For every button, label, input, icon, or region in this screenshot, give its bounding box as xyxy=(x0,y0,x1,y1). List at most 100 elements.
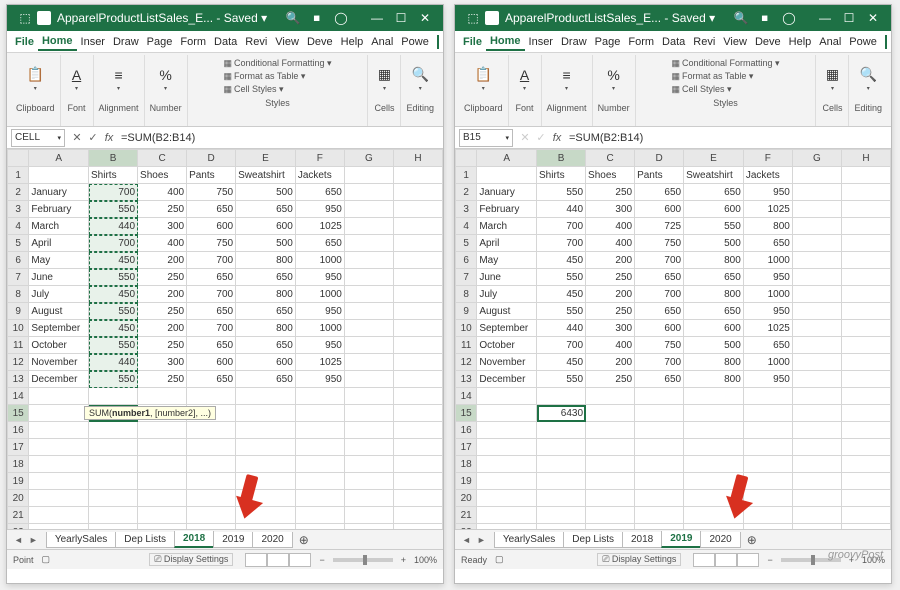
menu-draw[interactable]: Draw xyxy=(109,34,143,50)
cell[interactable]: 250 xyxy=(138,201,187,218)
cell[interactable]: 250 xyxy=(138,269,187,286)
page-break-button[interactable] xyxy=(737,553,759,567)
row-header[interactable]: 21 xyxy=(456,507,477,524)
row-header[interactable]: 19 xyxy=(456,473,477,490)
cell[interactable]: 600 xyxy=(635,201,684,218)
cell[interactable]: 600 xyxy=(236,218,296,235)
row-header[interactable]: 15 xyxy=(8,405,29,422)
cell[interactable]: 950 xyxy=(743,184,792,201)
cell[interactable]: 250 xyxy=(586,269,635,286)
cell-styles-button[interactable]: ▦ Cell Styles ▾ xyxy=(223,83,283,96)
fx-icon[interactable]: fx xyxy=(101,132,117,144)
cell[interactable]: 250 xyxy=(586,303,635,320)
cell[interactable]: October xyxy=(29,337,89,354)
col-header[interactable]: B xyxy=(537,150,586,167)
cell[interactable]: Jackets xyxy=(743,167,792,184)
cell[interactable]: November xyxy=(477,354,537,371)
cell[interactable]: 450 xyxy=(89,286,138,303)
maximize-icon[interactable]: ☐ xyxy=(837,8,861,28)
cell[interactable]: 800 xyxy=(684,354,744,371)
row-header[interactable]: 1 xyxy=(456,167,477,184)
row-header[interactable]: 10 xyxy=(8,320,29,337)
cell[interactable]: 550 xyxy=(537,371,586,388)
cell[interactable]: 700 xyxy=(187,252,236,269)
zoom-out[interactable]: − xyxy=(319,555,324,565)
cell[interactable]: 700 xyxy=(537,218,586,235)
cells-icon[interactable]: ▦▾ xyxy=(373,59,395,99)
cell[interactable]: 650 xyxy=(236,269,296,286)
sheet-tab[interactable]: 2020 xyxy=(700,532,740,548)
cell[interactable]: 550 xyxy=(89,303,138,320)
col-header[interactable]: G xyxy=(344,150,393,167)
cell[interactable]: 950 xyxy=(295,303,344,320)
cell[interactable]: 650 xyxy=(743,235,792,252)
page-layout-button[interactable] xyxy=(715,553,737,567)
normal-view-button[interactable] xyxy=(245,553,267,567)
cell[interactable]: 700 xyxy=(635,252,684,269)
cell[interactable]: 200 xyxy=(586,354,635,371)
cell[interactable]: 700 xyxy=(635,354,684,371)
cell[interactable]: 650 xyxy=(684,269,744,286)
cell[interactable]: 950 xyxy=(743,371,792,388)
cell[interactable]: 750 xyxy=(187,235,236,252)
zoom-level[interactable]: 100% xyxy=(414,555,437,565)
display-settings-button[interactable]: ⎚ Display Settings xyxy=(149,553,233,566)
menu-file[interactable]: File xyxy=(459,34,486,50)
row-header[interactable]: 7 xyxy=(8,269,29,286)
sheet-tab[interactable]: Dep Lists xyxy=(563,532,623,548)
search-icon[interactable]: 🔍 xyxy=(281,8,305,28)
row-header[interactable]: 2 xyxy=(456,184,477,201)
cell[interactable]: 550 xyxy=(537,303,586,320)
format-table-button[interactable]: ▦ Format as Table ▾ xyxy=(223,70,305,83)
cell[interactable]: 550 xyxy=(89,337,138,354)
cell[interactable]: 800 xyxy=(684,371,744,388)
cell[interactable]: 400 xyxy=(586,337,635,354)
row-header[interactable]: 14 xyxy=(456,388,477,405)
cell[interactable]: 650 xyxy=(295,235,344,252)
row-header[interactable]: 9 xyxy=(8,303,29,320)
spreadsheet-grid[interactable]: ABCDEFGH1ShirtsShoesPantsSweatshirtJacke… xyxy=(7,149,443,529)
cell[interactable]: 500 xyxy=(236,184,296,201)
paste-icon[interactable]: 📋▾ xyxy=(24,59,46,99)
cell[interactable]: 500 xyxy=(684,337,744,354)
cell[interactable]: 550 xyxy=(537,269,586,286)
menu-home[interactable]: Home xyxy=(486,33,525,51)
cell[interactable]: Shirts xyxy=(537,167,586,184)
cell[interactable]: 550 xyxy=(684,218,744,235)
cell[interactable]: Shirts xyxy=(89,167,138,184)
row-header[interactable]: 5 xyxy=(8,235,29,252)
cell[interactable]: 550 xyxy=(537,184,586,201)
cell[interactable]: 200 xyxy=(586,286,635,303)
cell[interactable]: Pants xyxy=(635,167,684,184)
cell[interactable]: March xyxy=(29,218,89,235)
cell[interactable]: May xyxy=(29,252,89,269)
font-icon[interactable]: A▾ xyxy=(514,59,536,99)
cell[interactable]: 725 xyxy=(635,218,684,235)
sheet-tab[interactable]: 2018 xyxy=(622,532,662,548)
row-header[interactable]: 22 xyxy=(456,524,477,530)
cell[interactable]: 950 xyxy=(743,303,792,320)
cell[interactable]: 600 xyxy=(684,201,744,218)
cell[interactable]: 250 xyxy=(138,371,187,388)
cell[interactable]: 1000 xyxy=(295,320,344,337)
diamond-icon[interactable]: ◆ xyxy=(301,4,332,34)
paste-icon[interactable]: 📋▾ xyxy=(472,59,494,99)
menu-power[interactable]: Powe xyxy=(397,34,433,50)
tab-nav-next[interactable]: ► xyxy=(474,535,489,545)
cell[interactable]: 400 xyxy=(586,218,635,235)
row-header[interactable]: 4 xyxy=(8,218,29,235)
cell[interactable]: 1000 xyxy=(295,252,344,269)
row-header[interactable]: 11 xyxy=(8,337,29,354)
menu-dev[interactable]: Deve xyxy=(751,34,785,50)
user-icon[interactable]: ◯ xyxy=(329,8,353,28)
cell[interactable]: 700 xyxy=(635,286,684,303)
row-header[interactable]: 3 xyxy=(456,201,477,218)
cell[interactable]: 650 xyxy=(236,201,296,218)
cell[interactable]: 700 xyxy=(187,286,236,303)
cell[interactable]: 950 xyxy=(743,269,792,286)
row-header[interactable]: 4 xyxy=(456,218,477,235)
cell[interactable]: 650 xyxy=(187,201,236,218)
align-icon[interactable]: ≡▾ xyxy=(556,59,578,99)
col-header[interactable]: E xyxy=(236,150,296,167)
tab-nav-next[interactable]: ► xyxy=(26,535,41,545)
